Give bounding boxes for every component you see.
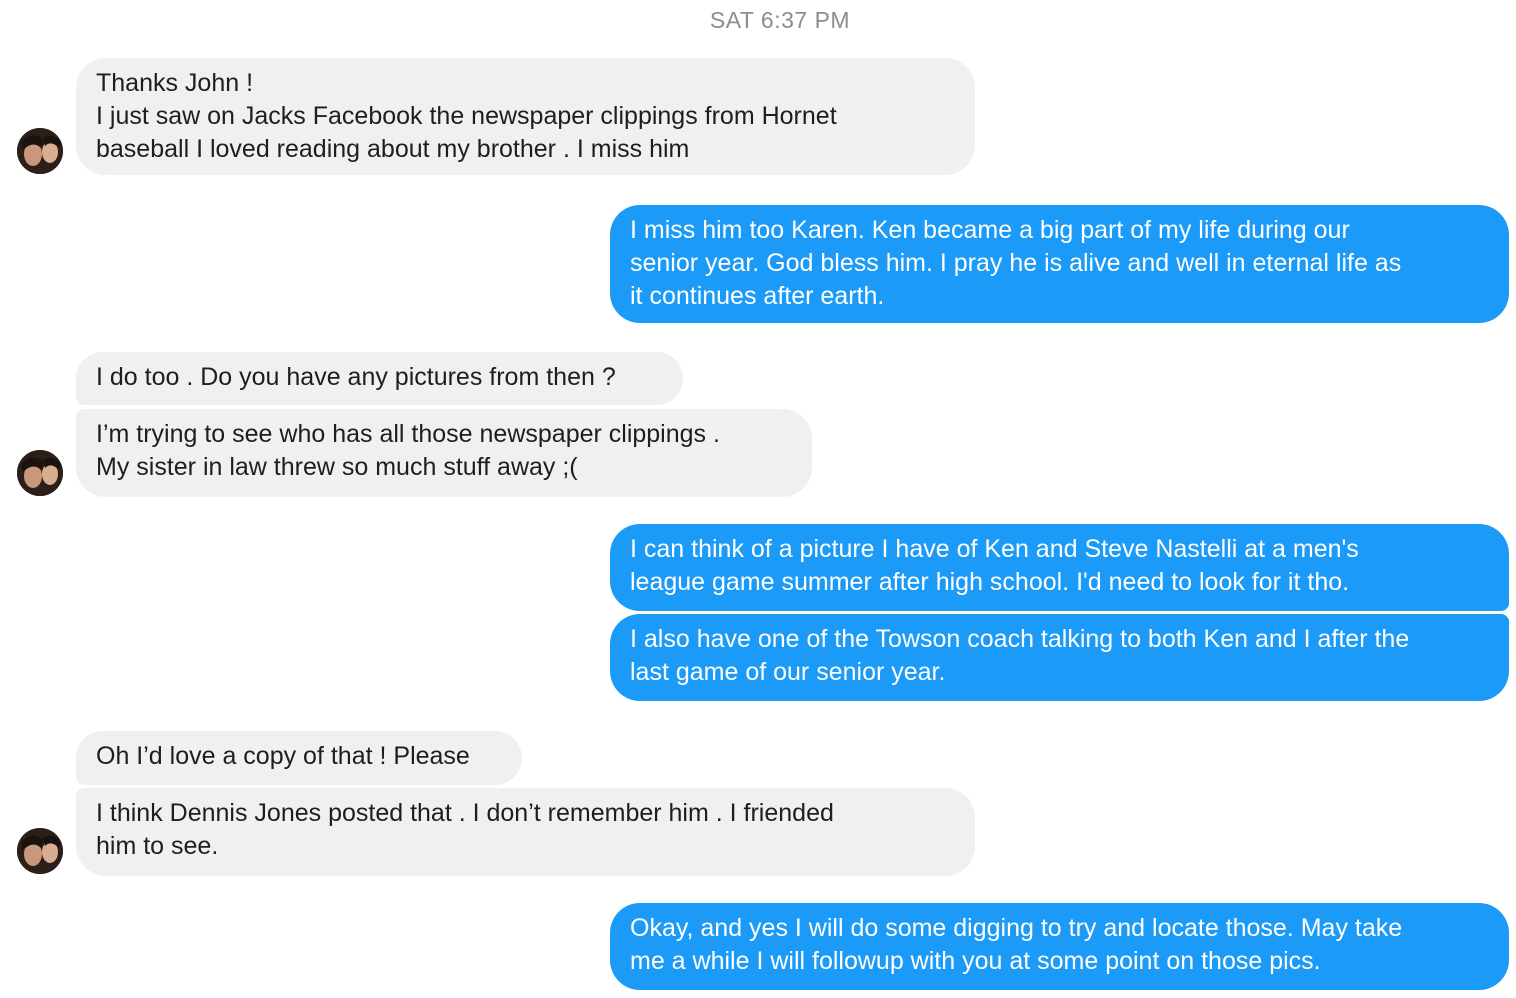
contact-avatar-icon[interactable] <box>17 128 63 174</box>
incoming-message[interactable]: I’m trying to see who has all those news… <box>76 409 812 497</box>
outgoing-message[interactable]: I also have one of the Towson coach talk… <box>610 614 1509 701</box>
incoming-message[interactable]: Thanks John ! I just saw on Jacks Facebo… <box>76 58 975 175</box>
incoming-message[interactable]: I think Dennis Jones posted that . I don… <box>76 788 975 876</box>
contact-avatar-icon[interactable] <box>17 828 63 874</box>
outgoing-message[interactable]: I can think of a picture I have of Ken a… <box>610 524 1509 611</box>
thread-timestamp: SAT 6:37 PM <box>709 7 851 33</box>
incoming-message[interactable]: I do too . Do you have any pictures from… <box>76 352 683 405</box>
contact-avatar-icon[interactable] <box>17 450 63 496</box>
outgoing-message[interactable]: I miss him too Karen. Ken became a big p… <box>610 205 1509 323</box>
incoming-message[interactable]: Oh I’d love a copy of that ! Please <box>76 731 522 785</box>
message-thread: SAT 6:37 PM Thanks John ! I just saw on … <box>0 0 1516 998</box>
outgoing-message[interactable]: Okay, and yes I will do some digging to … <box>610 903 1509 990</box>
